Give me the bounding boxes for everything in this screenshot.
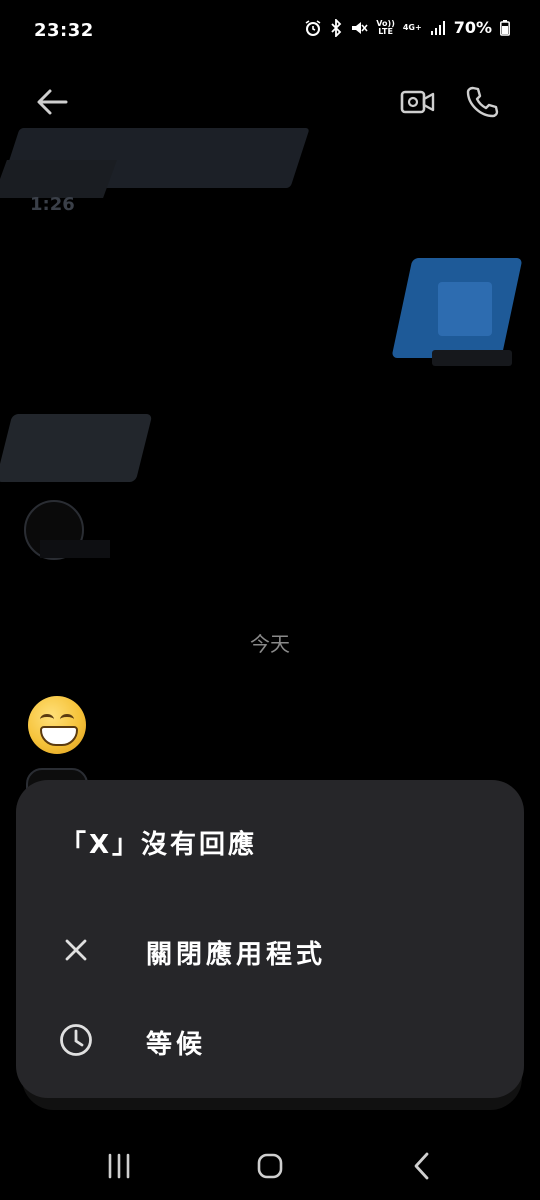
wait-label: 等候 xyxy=(146,1030,207,1060)
alarm-icon xyxy=(304,19,322,37)
network-type: 4G+ xyxy=(402,22,422,32)
contact-subtitle: 1:26 xyxy=(30,194,75,215)
status-time: 23:32 xyxy=(34,20,94,41)
mute-icon xyxy=(350,19,368,37)
volte-indicator: Vo)) LTE xyxy=(376,19,395,36)
close-icon xyxy=(56,930,96,970)
grinning-emoji-message[interactable] xyxy=(28,696,86,754)
recents-icon xyxy=(108,1153,130,1179)
emoji-eye-left xyxy=(40,714,54,725)
volte-bottom-label: LTE xyxy=(378,26,393,36)
emoji-mouth xyxy=(40,726,78,746)
home-icon xyxy=(257,1153,283,1179)
home-button[interactable] xyxy=(240,1146,300,1186)
received-message-redacted[interactable] xyxy=(0,414,153,482)
sent-image-content xyxy=(438,282,492,336)
back-button[interactable] xyxy=(30,82,74,122)
back-icon xyxy=(414,1152,429,1180)
received-message-meta xyxy=(40,540,110,558)
sent-message-meta xyxy=(432,350,512,366)
nav-back-button[interactable] xyxy=(392,1146,452,1186)
dialog-title: 「X」沒有回應 xyxy=(60,830,258,860)
back-arrow-icon xyxy=(37,89,68,115)
bluetooth-icon xyxy=(330,18,342,37)
battery-percent: 70% xyxy=(453,18,492,37)
wait-option[interactable]: 等候 xyxy=(16,998,524,1082)
battery-icon xyxy=(500,19,510,36)
phone-icon xyxy=(466,86,499,118)
close-app-option[interactable]: 關閉應用程式 xyxy=(16,908,524,992)
video-call-icon xyxy=(400,90,435,114)
signal-icon xyxy=(430,20,446,36)
close-app-label: 關閉應用程式 xyxy=(146,940,327,970)
recents-button[interactable] xyxy=(89,1146,149,1186)
system-nav-bar xyxy=(0,1130,540,1200)
video-call-button[interactable] xyxy=(396,82,440,122)
status-bar: 23:32 Vo)) LTE 4G+ 70% xyxy=(0,0,540,60)
date-separator: 今天 xyxy=(250,632,290,656)
clock-icon xyxy=(56,1020,96,1060)
status-icons: Vo)) LTE 4G+ 70% xyxy=(304,18,510,37)
phone-call-button[interactable] xyxy=(460,80,504,124)
redacted-contact-detail xyxy=(0,160,117,198)
emoji-eye-right xyxy=(60,714,74,725)
